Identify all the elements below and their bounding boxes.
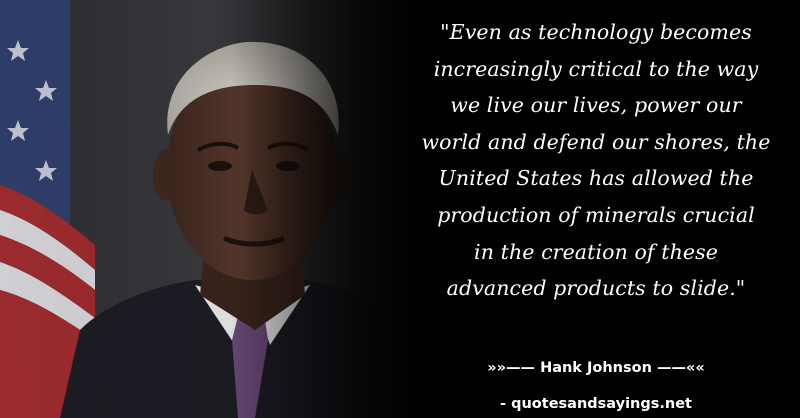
quote-line: production of minerals crucial bbox=[437, 202, 755, 227]
portrait-photo bbox=[0, 0, 420, 418]
quote-card: "Even as technology becomes increasingly… bbox=[0, 0, 800, 418]
quote-line: "Even as technology becomes bbox=[440, 20, 752, 44]
quote-text: "Even as technology becomes increasingly… bbox=[392, 14, 800, 307]
quote-line: United States has allowed the bbox=[438, 166, 754, 191]
quote-line: in the creation of these bbox=[474, 239, 718, 264]
quote-line: world and defend our shores, the bbox=[421, 129, 771, 154]
source-link: - quotesandsayings.net bbox=[500, 396, 692, 412]
quote-line: advanced products to slide." bbox=[446, 276, 746, 301]
author-attribution: »»—— Hank Johnson ——«« bbox=[487, 360, 705, 376]
quote-line: increasingly critical to the way bbox=[433, 56, 759, 81]
quote-line: we live our lives, power our bbox=[450, 93, 742, 118]
quote-column: "Even as technology becomes increasingly… bbox=[392, 0, 800, 418]
